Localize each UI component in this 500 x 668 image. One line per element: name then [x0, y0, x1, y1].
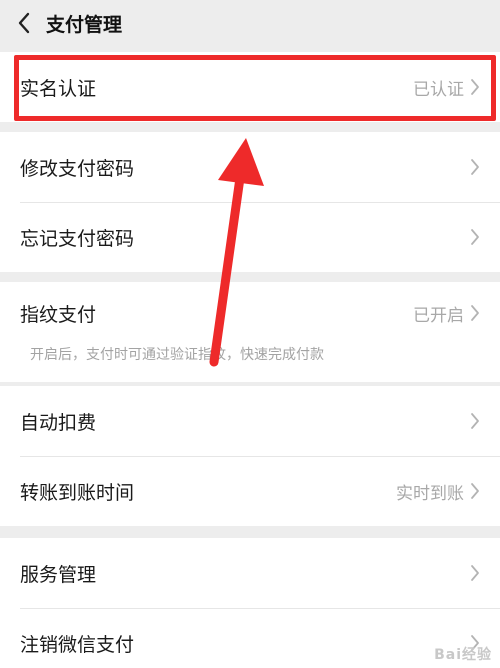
nav-header: 支付管理 [0, 0, 500, 46]
row-value: 已开启 [413, 305, 464, 326]
watermark-logo: Bai经验 [434, 647, 492, 663]
row-label: 自动扣费 [20, 411, 97, 434]
change-pay-password-item[interactable]: 修改支付密码 [0, 132, 500, 202]
back-button[interactable] [4, 0, 44, 46]
page-title: 支付管理 [46, 13, 123, 36]
service-management-item[interactable]: 服务管理 [0, 538, 500, 608]
row-label: 注销微信支付 [20, 633, 135, 656]
row-label: 忘记支付密码 [20, 227, 135, 250]
chevron-right-icon [470, 77, 482, 97]
chevron-right-icon [470, 481, 482, 501]
fingerprint-pay-item[interactable]: 指纹支付 已开启 [0, 282, 500, 344]
fingerprint-description: 开启后，支付时可通过验证指纹，快速完成付款 [30, 347, 324, 363]
auto-deduction-item[interactable]: 自动扣费 [0, 386, 500, 456]
back-arrow-icon [18, 12, 30, 34]
row-value: 实时到账 [396, 483, 464, 504]
chevron-right-icon [470, 303, 482, 323]
row-label: 修改支付密码 [20, 157, 135, 180]
row-label: 实名认证 [20, 77, 97, 100]
row-label: 服务管理 [20, 563, 97, 586]
row-label: 转账到账时间 [20, 481, 135, 504]
group-deduction: 自动扣费 转账到账时间 实时到账 [0, 386, 500, 526]
real-name-verification-item[interactable]: 实名认证 已认证 [0, 52, 500, 122]
group-service: 服务管理 注销微信支付 [0, 538, 500, 668]
chevron-right-icon [470, 157, 482, 177]
forgot-pay-password-item[interactable]: 忘记支付密码 [0, 202, 500, 272]
chevron-right-icon [470, 563, 482, 583]
chevron-right-icon [470, 411, 482, 431]
row-label: 指纹支付 [20, 303, 97, 326]
transfer-arrival-time-item[interactable]: 转账到账时间 实时到账 [0, 456, 500, 526]
group-fingerprint: 指纹支付 已开启 开启后，支付时可通过验证指纹，快速完成付款 [0, 282, 500, 382]
group-password: 修改支付密码 忘记支付密码 [0, 132, 500, 272]
group-verification: 实名认证 已认证 [0, 52, 500, 122]
cancel-wechat-pay-item[interactable]: 注销微信支付 [0, 608, 500, 668]
row-value: 已认证 [413, 79, 464, 100]
chevron-right-icon [470, 227, 482, 247]
